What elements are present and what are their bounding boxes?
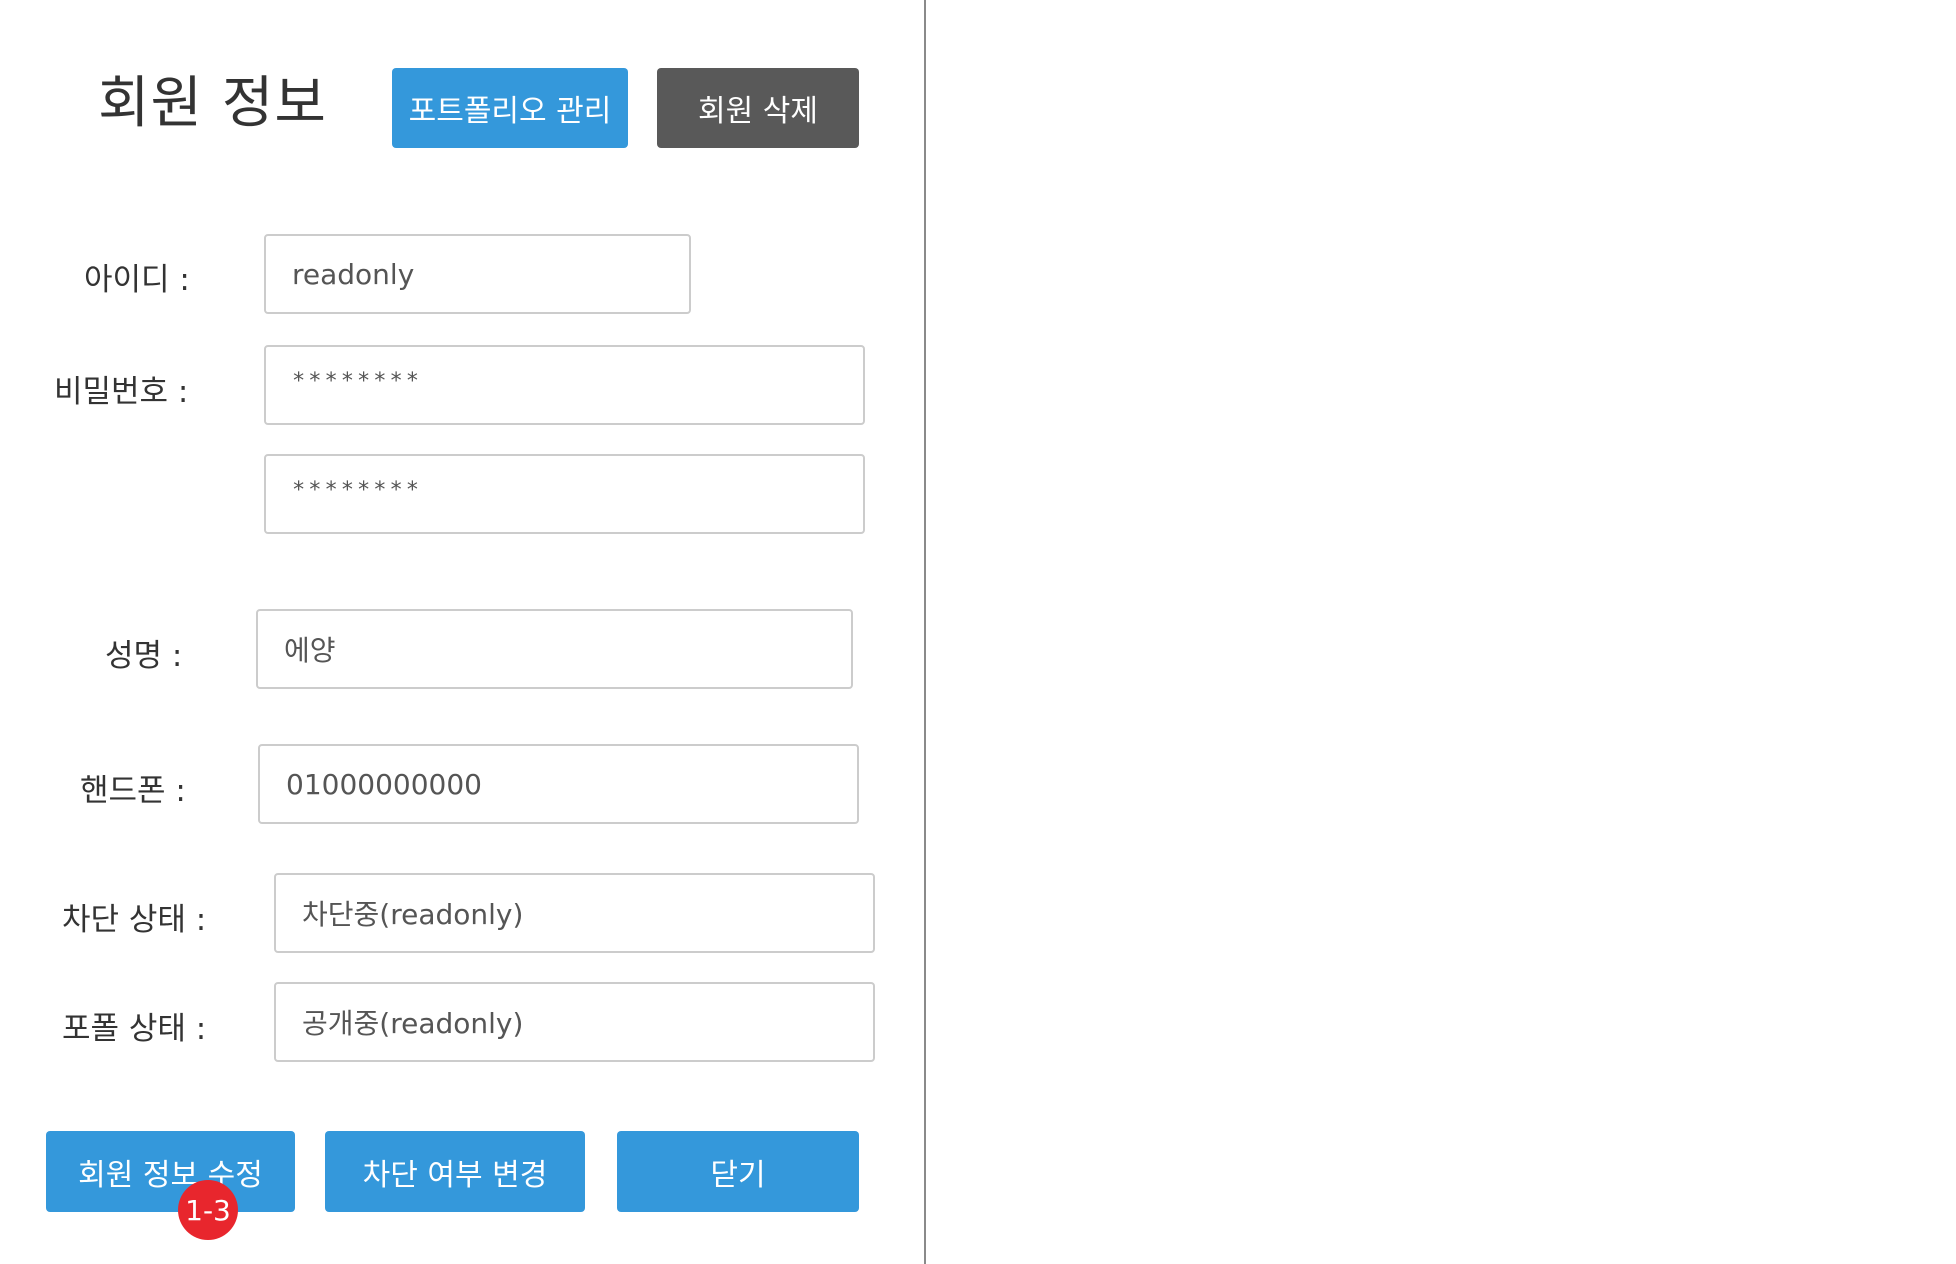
page-title: 회원 정보 xyxy=(98,71,327,136)
portfolio-status-field[interactable]: 공개중(readonly) xyxy=(274,982,875,1062)
member-info-panel: 회원 정보 포트폴리오 관리 회원 삭제 아이디 : readonly 비밀번호… xyxy=(0,0,1956,1264)
password-label: 비밀번호 : xyxy=(54,374,189,410)
block-status-label: 차단 상태 : xyxy=(62,902,207,938)
name-label: 성명 : xyxy=(105,638,183,674)
name-field[interactable]: 에양 xyxy=(256,609,853,689)
portfolio-status-label: 포폴 상태 : xyxy=(62,1011,207,1047)
phone-field[interactable]: 01000000000 xyxy=(258,744,859,824)
id-label: 아이디 : xyxy=(84,262,190,298)
annotation-badge: 1-3 xyxy=(178,1180,238,1240)
panel-divider xyxy=(924,0,926,1264)
delete-member-button[interactable]: 회원 삭제 xyxy=(657,68,859,148)
password-confirm-field[interactable]: ******** xyxy=(264,454,865,534)
toggle-block-button[interactable]: 차단 여부 변경 xyxy=(325,1131,585,1212)
edit-member-button[interactable]: 회원 정보 수정 xyxy=(46,1131,295,1212)
password-field[interactable]: ******** xyxy=(264,345,865,425)
phone-label: 핸드폰 : xyxy=(80,773,186,809)
id-field[interactable]: readonly xyxy=(264,234,691,314)
portfolio-manage-button[interactable]: 포트폴리오 관리 xyxy=(392,68,628,148)
close-button[interactable]: 닫기 xyxy=(617,1131,859,1212)
block-status-field[interactable]: 차단중(readonly) xyxy=(274,873,875,953)
